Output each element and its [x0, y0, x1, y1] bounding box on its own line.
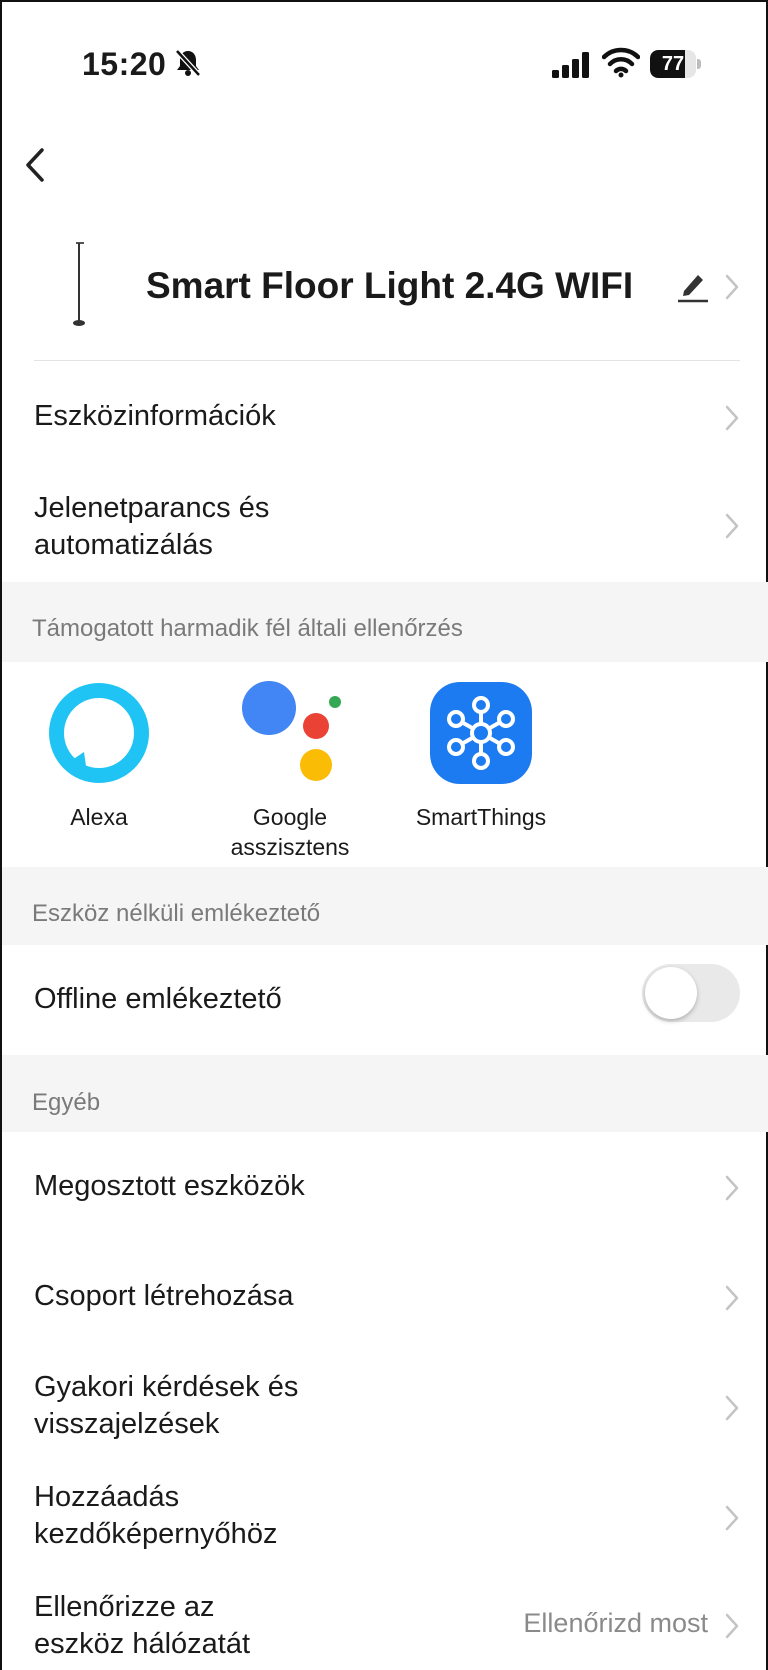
- check-now-link: Ellenőrizd most: [523, 1608, 708, 1638]
- device-header[interactable]: Smart Floor Light 2.4G WIFI: [2, 227, 768, 362]
- google-assistant-icon: [242, 681, 341, 781]
- section-header-third-party: Támogatott harmadik fél általi ellenőrzé…: [2, 582, 768, 662]
- row-label: Offline emlékeztető: [34, 983, 282, 1015]
- google-assistant-tile[interactable]: Google asszisztens: [205, 662, 375, 862]
- smartthings-icon: [430, 682, 532, 784]
- chevron-right-icon: [725, 513, 739, 539]
- chevron-right-icon: [725, 1395, 739, 1421]
- divider: [34, 360, 740, 361]
- third-party-tiles: Alexa Google asszisztens SmartThings: [2, 662, 768, 867]
- section-title: Eszköz nélküli emlékeztető: [32, 900, 321, 927]
- chevron-right-icon: [725, 1613, 739, 1639]
- bell-slash-icon: [175, 49, 201, 77]
- section-header-other: Egyéb: [2, 1055, 768, 1132]
- row-create-group[interactable]: Csoport létrehozása: [2, 1242, 768, 1352]
- row-scenes-automation[interactable]: Jelenetparancs és automatizálás: [2, 482, 768, 582]
- battery-level: 77: [661, 53, 685, 75]
- chevron-right-icon: [725, 1285, 739, 1311]
- wifi-icon: [602, 47, 640, 78]
- row-label: Megosztott eszközök: [34, 1170, 305, 1202]
- screen: 15:20 77 Smart Floor Light 2.4G WIFI Esz…: [0, 0, 768, 1670]
- row-label: Csoport létrehozása: [34, 1280, 294, 1312]
- tile-label: SmartThings: [415, 804, 547, 830]
- row-faq-feedback[interactable]: Gyakori kérdések és visszajelzések: [2, 1352, 768, 1462]
- row-label: Gyakori kérdések és visszajelzések: [34, 1371, 299, 1440]
- row-label: Eszközinformációk: [34, 400, 276, 432]
- alexa-icon: [49, 683, 149, 783]
- row-device-info[interactable]: Eszközinformációk: [2, 382, 768, 452]
- status-time: 15:20: [82, 46, 167, 82]
- tile-label: Google asszisztens: [230, 804, 350, 860]
- row-label: Hozzáadás kezdőképernyőhöz: [34, 1481, 278, 1550]
- section-title: Támogatott harmadik fél általi ellenőrzé…: [32, 615, 463, 642]
- device-name: Smart Floor Light 2.4G WIFI: [146, 265, 634, 306]
- chevron-right-icon: [725, 274, 739, 300]
- row-label: Jelenetparancs és automatizálás: [34, 492, 270, 561]
- status-bar: 15:20 77: [2, 2, 768, 122]
- row-add-to-home-screen[interactable]: Hozzáadás kezdőképernyőhöz: [2, 1462, 768, 1572]
- signal-icon: [552, 52, 589, 78]
- smartthings-tile[interactable]: SmartThings: [396, 662, 566, 862]
- battery-icon: 77: [650, 50, 702, 78]
- chevron-right-icon: [725, 1505, 739, 1531]
- toggle-knob: [645, 967, 697, 1019]
- tile-label: Alexa: [70, 804, 128, 830]
- back-arrow-icon[interactable]: [16, 142, 52, 188]
- row-shared-devices[interactable]: Megosztott eszközök: [2, 1132, 768, 1242]
- section-header-offline: Eszköz nélküli emlékeztető: [2, 867, 768, 945]
- section-title: Egyéb: [32, 1089, 101, 1116]
- offline-reminder-toggle[interactable]: [642, 964, 740, 1022]
- floor-lamp-thumbnail: [73, 242, 85, 326]
- alexa-tile[interactable]: Alexa: [14, 662, 184, 862]
- row-check-network[interactable]: Ellenőrizze az eszköz hálózatát Ellenőri…: [2, 1572, 768, 1670]
- edit-pencil-icon[interactable]: [676, 267, 710, 303]
- chevron-right-icon: [725, 405, 739, 431]
- row-label: Ellenőrizze az eszköz hálózatát: [34, 1591, 251, 1660]
- chevron-right-icon: [725, 1175, 739, 1201]
